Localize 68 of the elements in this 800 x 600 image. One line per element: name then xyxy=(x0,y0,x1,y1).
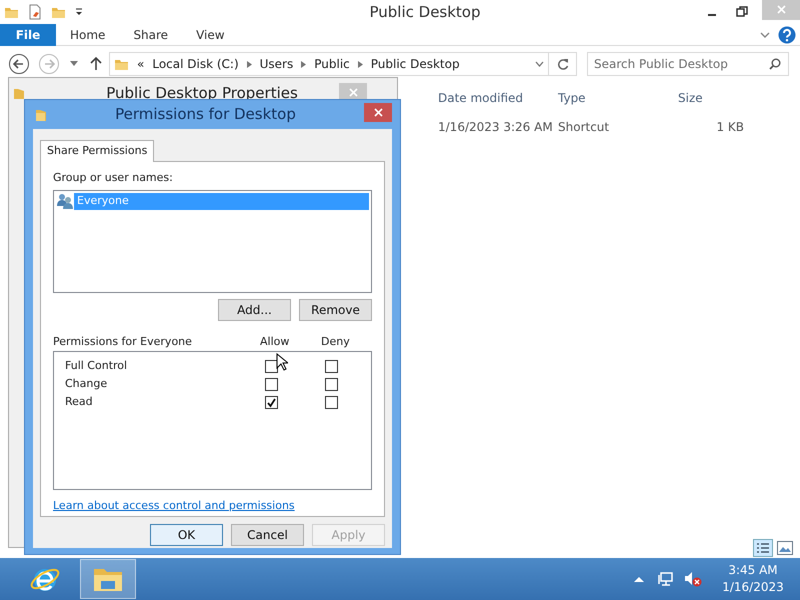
cursor-icon xyxy=(276,353,288,371)
tab[interactable]: Share Permissions xyxy=(40,140,154,162)
address-bar[interactable]: « Local Disk (C:) Users Public Public Desktop xyxy=(109,52,549,76)
users-icon xyxy=(56,193,74,210)
column-header[interactable]: Date modified xyxy=(438,89,524,107)
close-icon xyxy=(374,108,382,117)
window-title: Public Desktop Properties xyxy=(105,82,299,104)
refresh-button[interactable] xyxy=(549,52,577,76)
folder-icon xyxy=(13,86,25,100)
column-header[interactable]: Type xyxy=(558,89,586,107)
ok-button[interactable]: OK xyxy=(150,524,223,546)
ribbon-tab[interactable]: Share xyxy=(119,24,182,46)
search-icon[interactable] xyxy=(769,58,781,70)
dialog-title: Permissions for Desktop xyxy=(114,104,297,126)
checkbox[interactable] xyxy=(265,378,278,390)
checkbox[interactable] xyxy=(325,360,338,372)
column-header: Deny xyxy=(321,334,350,350)
checkbox[interactable] xyxy=(265,396,278,408)
network-icon[interactable] xyxy=(658,571,674,587)
checkbox[interactable] xyxy=(325,396,338,408)
permission-name: Change xyxy=(65,376,108,392)
group-label: Group or user names: xyxy=(53,170,174,186)
cancel-button[interactable]: Cancel xyxy=(231,524,304,546)
checkbox[interactable] xyxy=(325,378,338,390)
help-icon[interactable] xyxy=(778,26,796,44)
column-header: Allow xyxy=(260,334,290,350)
folder-icon xyxy=(114,57,129,71)
clock-date[interactable]: 1/16/2023 xyxy=(714,579,792,596)
table-cell-text: Shortcut xyxy=(558,119,610,136)
search-field[interactable]: Search Public Desktop xyxy=(587,52,789,76)
help-link[interactable]: Learn about access control and permissions xyxy=(53,498,295,514)
chevron-right-icon xyxy=(301,60,306,68)
back-icon[interactable] xyxy=(8,53,30,75)
chevron-up-icon[interactable] xyxy=(634,576,644,582)
permission-name: Full Control xyxy=(65,358,128,374)
permissions-label: Permissions for Everyone xyxy=(53,334,193,350)
table-cell-text: 1/16/2023 3:26 AM xyxy=(438,119,553,136)
restore-icon[interactable] xyxy=(736,6,748,18)
details-view-icon[interactable] xyxy=(753,539,773,557)
ribbon-tab[interactable]: View xyxy=(182,24,239,46)
breadcrumb-item[interactable]: Local Disk (C:) xyxy=(152,55,239,73)
close-button[interactable] xyxy=(364,103,392,122)
chevron-right-icon xyxy=(358,60,363,68)
close-icon xyxy=(348,88,358,97)
window-title: Public Desktop xyxy=(368,2,482,23)
folder-icon xyxy=(35,108,47,122)
file-tab[interactable]: File xyxy=(0,24,56,46)
chevron-right-icon xyxy=(246,60,252,68)
breadcrumb-item[interactable]: Public Desktop xyxy=(370,55,460,73)
up-icon[interactable] xyxy=(90,57,102,71)
breadcrumb-item[interactable]: Public xyxy=(314,55,350,73)
permission-name: Read xyxy=(65,394,94,410)
ribbon-tab[interactable]: Home xyxy=(56,24,120,46)
thumbnail-view-icon[interactable] xyxy=(777,541,793,555)
dropdown-icon[interactable] xyxy=(74,7,84,17)
volume-muted-icon[interactable] xyxy=(684,571,702,587)
document-icon[interactable] xyxy=(27,4,43,20)
add-button[interactable]: Add... xyxy=(218,299,291,321)
refresh-icon xyxy=(556,58,568,70)
clock-time[interactable]: 3:45 AM xyxy=(714,562,792,579)
remove-button[interactable]: Remove xyxy=(299,299,372,321)
table-cell-text: 1 KB xyxy=(716,119,744,136)
overflow-chevron[interactable]: « xyxy=(137,55,144,73)
checkbox[interactable] xyxy=(265,360,278,372)
breadcrumb-item[interactable]: Users xyxy=(260,55,294,73)
column-header[interactable]: Size xyxy=(678,89,703,107)
chevron-icon[interactable] xyxy=(760,30,770,38)
close-icon xyxy=(776,4,786,14)
